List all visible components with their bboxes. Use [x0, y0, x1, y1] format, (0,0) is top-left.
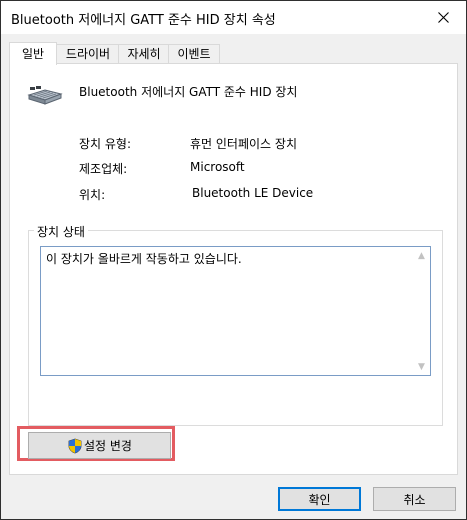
- device-status-group: 장치 상태 이 장치가 올바르게 작동하고 있습니다. ▲ ▼: [28, 223, 443, 426]
- window-title: Bluetooth 저에너지 GATT 준수 HID 장치 속성: [11, 13, 276, 28]
- location-label: 위치:: [79, 188, 106, 202]
- location-value: Bluetooth LE Device: [192, 186, 314, 200]
- close-icon: [437, 12, 449, 23]
- tab-general[interactable]: 일반: [9, 42, 57, 65]
- tab-details[interactable]: 자세히: [118, 44, 170, 64]
- uac-shield-icon: [68, 438, 82, 453]
- tab-events[interactable]: 이벤트: [168, 44, 220, 64]
- device-type-value: 휴먼 인터페이스 장치: [190, 137, 297, 151]
- close-button[interactable]: [420, 1, 466, 34]
- device-status-text: 이 장치가 올바르게 작동하고 있습니다.: [46, 252, 242, 266]
- tab-driver[interactable]: 드라이버: [56, 44, 120, 64]
- hid-device-icon: [27, 86, 63, 105]
- cancel-button[interactable]: 취소: [373, 487, 456, 511]
- status-scrollbar[interactable]: ▲ ▼: [413, 247, 430, 375]
- manufacturer-value: Microsoft: [190, 160, 245, 174]
- scroll-up-icon[interactable]: ▲: [413, 247, 430, 264]
- title-bar: Bluetooth 저에너지 GATT 준수 HID 장치 속성: [1, 1, 466, 34]
- properties-dialog: Bluetooth 저에너지 GATT 준수 HID 장치 속성 일반 드라이버…: [0, 0, 467, 520]
- scroll-down-icon[interactable]: ▼: [413, 358, 430, 375]
- change-settings-button[interactable]: 설정 변경: [28, 432, 171, 459]
- change-settings-label: 설정 변경: [84, 439, 132, 453]
- device-type-label: 장치 유형:: [79, 137, 132, 151]
- device-status-textbox[interactable]: 이 장치가 올바르게 작동하고 있습니다. ▲ ▼: [40, 246, 431, 376]
- ok-button[interactable]: 확인: [278, 487, 361, 511]
- device-name: Bluetooth 저에너지 GATT 준수 HID 장치: [79, 85, 298, 99]
- device-status-title: 장치 상태: [34, 223, 88, 240]
- manufacturer-label: 제조업체:: [79, 162, 128, 176]
- general-tab-panel: Bluetooth 저에너지 GATT 준수 HID 장치 장치 유형: 휴먼 …: [9, 63, 458, 475]
